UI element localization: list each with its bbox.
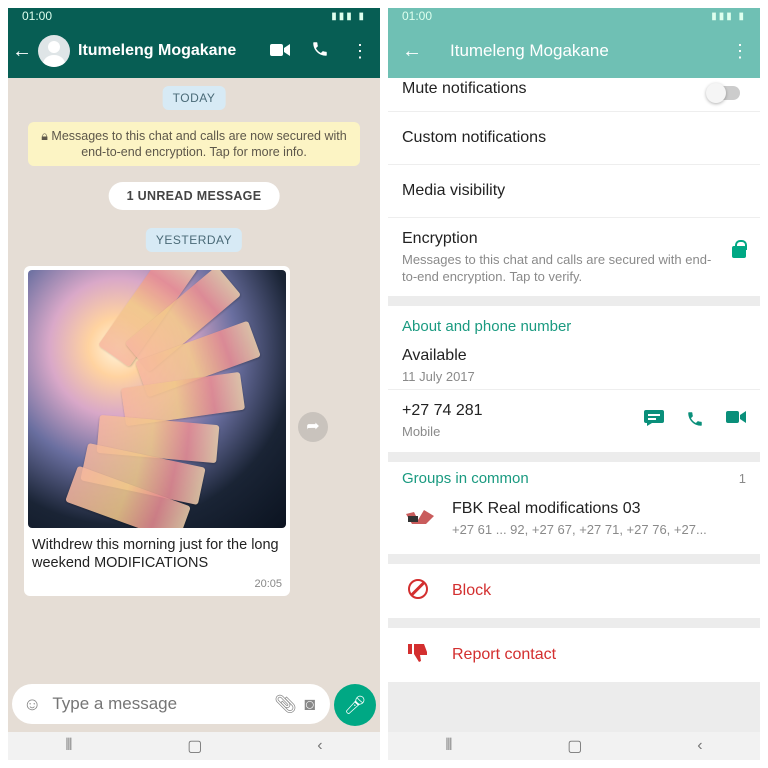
- status-icons: ▮▮▮ ▮: [331, 10, 366, 22]
- more-menu-icon[interactable]: ⋮: [340, 41, 380, 62]
- encryption-notice-text: Messages to this chat and calls are now …: [51, 129, 347, 159]
- back-arrow-icon[interactable]: ←: [8, 40, 36, 63]
- divider: [388, 296, 760, 306]
- mute-label: Mute notifications: [402, 80, 527, 97]
- video-call-icon[interactable]: [726, 410, 746, 433]
- recents-nav-icon[interactable]: ⦀: [445, 737, 452, 755]
- about-section-title: About and phone number: [402, 318, 572, 335]
- groups-count: 1: [738, 471, 746, 486]
- contact-name: Itumeleng Mogakane: [450, 41, 609, 60]
- about-status: Available: [402, 347, 467, 364]
- lock-icon: [732, 240, 747, 258]
- media-visibility-row[interactable]: Media visibility: [388, 165, 760, 218]
- back-nav-icon[interactable]: ‹: [697, 737, 702, 755]
- mute-toggle[interactable]: [706, 83, 740, 103]
- status-bar: 01:00 ▮▮▮ ▮: [8, 8, 380, 24]
- groups-section-title: Groups in common: [402, 470, 529, 487]
- system-nav-bar: ⦀ ▢ ‹: [388, 732, 760, 760]
- video-call-icon[interactable]: [260, 41, 300, 62]
- info-list[interactable]: Mute notifications Custom notifications …: [388, 78, 760, 732]
- forward-icon[interactable]: ➦: [298, 412, 328, 442]
- about-row[interactable]: About and phone number Available 11 July…: [388, 306, 760, 390]
- message-input[interactable]: [52, 694, 274, 714]
- home-nav-icon[interactable]: ▢: [567, 736, 582, 756]
- home-nav-icon[interactable]: ▢: [187, 736, 202, 756]
- info-header: ← Itumeleng Mogakane ⋮: [388, 24, 760, 78]
- unread-divider: 1 UNREAD MESSAGE: [108, 182, 280, 210]
- mute-row[interactable]: Mute notifications: [388, 78, 760, 112]
- attach-icon[interactable]: 📎︎: [273, 694, 297, 715]
- system-nav-bar: ⦀ ▢ ‹: [8, 732, 380, 760]
- message-input-bar: ☺ 📎︎ ◙: [12, 684, 330, 724]
- status-time: 01:00: [402, 9, 433, 23]
- contact-info-screen: 01:00 ▮▮▮ ▮ ← Itumeleng Mogakane ⋮ Mute …: [388, 8, 760, 760]
- group-item[interactable]: FBK Real modifications 03 +27 61 ... 92,…: [388, 492, 760, 554]
- block-label: Block: [452, 582, 492, 599]
- divider: [388, 618, 760, 628]
- custom-notifications-label: Custom notifications: [402, 129, 547, 146]
- message-time: 20:05: [254, 578, 282, 590]
- groups-card: Groups in common 1 FBK Real modification…: [388, 462, 760, 554]
- chat-screen: 01:00 ▮▮▮ ▮ ← Itumeleng Mogakane ⋮ TODAY…: [8, 8, 380, 760]
- message-icon[interactable]: [644, 410, 664, 433]
- message-caption: Withdrew this morning just for the long …: [32, 537, 279, 571]
- emoji-icon[interactable]: ☺: [20, 694, 44, 715]
- voice-call-icon[interactable]: [300, 40, 340, 63]
- divider: [388, 452, 760, 462]
- block-icon: [408, 579, 428, 599]
- block-row[interactable]: Block: [388, 564, 760, 618]
- custom-notifications-row[interactable]: Custom notifications: [388, 112, 760, 165]
- group-members: +27 61 ... 92, +27 67, +27 71, +27 76, +…: [452, 522, 707, 537]
- group-avatar-icon: [404, 506, 436, 530]
- camera-icon[interactable]: ◙: [298, 694, 322, 715]
- encryption-notice[interactable]: 🔒︎ Messages to this chat and calls are n…: [28, 122, 360, 166]
- status-bar: 01:00 ▮▮▮ ▮: [388, 8, 760, 24]
- thumbs-down-icon: [408, 644, 428, 667]
- back-arrow-icon[interactable]: ←: [398, 40, 426, 63]
- phone-actions: [644, 410, 746, 433]
- status-time: 01:00: [22, 9, 53, 23]
- media-visibility-label: Media visibility: [402, 182, 506, 199]
- back-nav-icon[interactable]: ‹: [317, 737, 322, 755]
- divider: [388, 554, 760, 564]
- message-list[interactable]: TODAY 🔒︎ Messages to this chat and calls…: [8, 78, 380, 710]
- encryption-desc: Messages to this chat and calls are secu…: [402, 252, 712, 284]
- avatar[interactable]: [38, 35, 70, 67]
- contact-name[interactable]: Itumeleng Mogakane: [78, 42, 260, 60]
- mic-button[interactable]: 🎤︎: [334, 684, 376, 726]
- call-icon[interactable]: [686, 410, 704, 433]
- date-yesterday-pill: YESTERDAY: [145, 228, 243, 252]
- about-card: About and phone number Available 11 July…: [388, 306, 760, 452]
- settings-card: Mute notifications Custom notifications …: [388, 78, 760, 296]
- message-photo[interactable]: [28, 270, 286, 528]
- image-message[interactable]: Withdrew this morning just for the long …: [24, 266, 290, 596]
- lock-icon: 🔒︎: [41, 129, 52, 143]
- report-label: Report contact: [452, 646, 557, 663]
- recents-nav-icon[interactable]: ⦀: [65, 737, 72, 755]
- phone-row[interactable]: +27 74 281 Mobile: [388, 390, 760, 452]
- encryption-row[interactable]: Encryption Messages to this chat and cal…: [388, 218, 760, 296]
- encryption-title: Encryption: [402, 230, 478, 247]
- report-row[interactable]: Report contact: [388, 628, 760, 682]
- chat-header: ← Itumeleng Mogakane ⋮: [8, 24, 380, 78]
- date-today-pill: TODAY: [162, 86, 226, 110]
- more-menu-icon[interactable]: ⋮: [720, 41, 760, 62]
- status-icons: ▮▮▮ ▮: [711, 10, 746, 22]
- groups-header: Groups in common 1: [388, 462, 760, 492]
- about-date: 11 July 2017: [402, 369, 475, 384]
- group-name: FBK Real modifications 03: [452, 500, 641, 517]
